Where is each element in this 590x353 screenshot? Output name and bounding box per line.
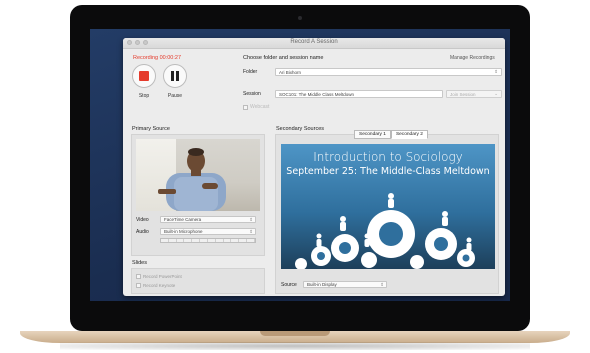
laptop-screen: Record A Session Recording 00:00:27 Stop… [90, 29, 510, 301]
audio-level-meter [160, 238, 256, 243]
title-bar: Record A Session [123, 38, 505, 49]
presenter-video-frame [158, 148, 226, 211]
primary-source-heading: Primary Source [132, 126, 170, 132]
session-name-input[interactable]: SOC101: The Middle Class Meltdown [275, 90, 443, 98]
choose-folder-heading: Choose folder and session name [243, 55, 324, 61]
gears-illustration [295, 193, 475, 269]
record-powerpoint-option[interactable]: Record PowerPoint [136, 274, 182, 279]
record-session-window: Record A Session Recording 00:00:27 Stop… [123, 38, 505, 296]
folder-label: Folder [243, 69, 258, 75]
stop-button[interactable] [132, 64, 156, 88]
record-keynote-checkbox[interactable] [136, 283, 141, 288]
folder-value: Ari Bixhorn [279, 70, 302, 75]
record-keynote-option[interactable]: Record Keynote [136, 283, 175, 288]
audio-label: Audio [136, 229, 149, 235]
slide-preview: Introduction to Sociology September 25: … [281, 144, 495, 269]
laptop-lid: Record A Session Recording 00:00:27 Stop… [70, 5, 530, 331]
chevron-down-icon: ⌄ [494, 91, 498, 96]
chevron-updown-icon: ⇕ [380, 282, 384, 287]
primary-source-panel: Video FaceTime Camera ⇕ Audio Built-in M… [131, 134, 265, 256]
pause-label: Pause [167, 93, 183, 99]
secondary-tabs: Secondary 1 Secondary 2 [354, 130, 428, 139]
webcast-label: Webcast [250, 104, 270, 110]
camera-preview [136, 139, 260, 211]
stop-label: Stop [138, 93, 150, 99]
folder-select[interactable]: Ari Bixhorn ⇕ [275, 68, 502, 76]
camera-icon [298, 16, 302, 20]
webcast-checkbox[interactable] [243, 104, 248, 110]
audio-source-select[interactable]: Built-in Microphone ⇕ [160, 228, 256, 235]
source-label: Source [281, 282, 297, 288]
chevron-updown-icon: ⇕ [494, 69, 498, 74]
slides-heading: Slides [132, 260, 147, 266]
chevron-updown-icon: ⇕ [249, 217, 253, 222]
secondary-sources-panel: Introduction to Sociology September 25: … [275, 134, 499, 294]
stop-icon [139, 71, 149, 81]
recording-status: Recording 00:00:27 [133, 55, 182, 61]
manage-recordings-link[interactable]: Manage Recordings [450, 55, 495, 61]
secondary-sources-heading: Secondary Sources [276, 126, 324, 132]
join-session-button[interactable]: Join Session ⌄ [446, 90, 502, 98]
session-value: SOC101: The Middle Class Meltdown [279, 92, 354, 97]
session-label: Session [243, 91, 261, 97]
tab-secondary-1[interactable]: Secondary 1 [354, 130, 391, 139]
video-source-select[interactable]: FaceTime Camera ⇕ [160, 216, 256, 223]
window-title: Record A Session [290, 39, 338, 45]
tab-secondary-2[interactable]: Secondary 2 [390, 130, 428, 139]
pause-icon [171, 71, 174, 81]
pause-button[interactable] [163, 64, 187, 88]
slides-panel: Record PowerPoint Record Keynote [131, 268, 265, 294]
source-select[interactable]: Built-in Display ⇕ [303, 281, 387, 288]
webcast-option[interactable]: Webcast [243, 104, 269, 110]
chevron-updown-icon: ⇕ [249, 229, 253, 234]
record-powerpoint-checkbox[interactable] [136, 274, 141, 279]
video-label: Video [136, 217, 149, 223]
